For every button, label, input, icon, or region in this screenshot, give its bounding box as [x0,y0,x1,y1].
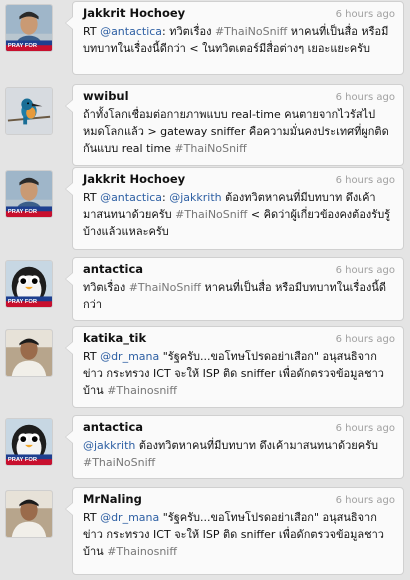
tweet-timestamp[interactable]: 6 hours ago [336,423,395,434]
tweet-username[interactable]: antactica [83,420,143,434]
tweet-header: wwibul 6 hours ago [83,89,395,104]
hashtag-link[interactable]: #ThaiNoSniff [174,142,246,155]
tweet-timestamp[interactable]: 6 hours ago [336,92,395,103]
tweet-bubble: antactica 6 hours ago @jakkrith ต้องทวิตหา… [65,415,404,479]
tweet-text: RT @antactica: ทวิตเรื่อง #ThaiNoSniff ห… [83,23,395,57]
tweet-username[interactable]: Jakkrit Hochoey [83,6,185,20]
tweet-bubble: Jakkrit Hochoey 6 hours ago RT @antactica:… [65,167,404,250]
tweet-header: antactica 6 hours ago [83,262,395,277]
user-avatar[interactable] [5,87,53,135]
tweet-header: Jakkrit Hochoey 6 hours ago [83,172,395,187]
user-avatar[interactable]: PRAY FOR [5,260,53,308]
hashtag-link[interactable]: #ThaiNoSniff [215,25,287,38]
tweet-bubble: antactica 6 hours ago ทวิตเรื่อง #ThaiNoSn… [65,257,404,321]
mention-link[interactable]: @antactica [100,25,162,38]
person-avatar-image [6,330,52,376]
tweet-username[interactable]: katika_tik [83,331,146,345]
user-avatar[interactable]: PRAY FOR [5,418,53,466]
tweet-item[interactable]: katika_tik 6 hours ago RT @dr_mana "รัฐครั… [0,325,410,411]
tweet-text-segment: : ทวิตเรื่อง [162,25,215,38]
tweet-timestamp[interactable]: 6 hours ago [336,175,395,186]
tweet-text: ทวิตเรื่อง #ThaiNoSniff หาคนที่เป็นสื่อ … [83,279,395,313]
tweet-item[interactable]: PRAY FOR antactica 6 hours ago ทวิตเรื่อง … [0,256,410,324]
user-avatar[interactable] [5,490,53,538]
hashtag-link[interactable]: #ThaiNoSniff [129,281,201,294]
tweet-item[interactable]: MrNaling 6 hours ago RT @dr_mana "รัฐครับ.… [0,486,410,578]
tweet-text-segment: RT [83,350,101,363]
mention-link[interactable]: @dr_mana [100,350,159,363]
hashtag-link[interactable]: #Thainosniff [107,384,177,397]
tweet-text-segment: ต้องทวิตหาคนที่มีบทบาท ดึงเค้ามาสนทนาด้ว… [135,439,378,452]
mention-link[interactable]: @jakkrith [83,439,135,452]
tweet-text-segment: RT [83,191,101,204]
svg-text:PRAY FOR: PRAY FOR [8,299,38,305]
tweet-header: katika_tik 6 hours ago [83,331,395,346]
penguin-avatar-image: PRAY FOR [6,261,52,307]
tweet-item[interactable]: PRAY FOR Jakkrit Hochoey 6 hours ago RT @a… [0,0,410,78]
tweet-timestamp[interactable]: 6 hours ago [336,495,395,506]
mention-link[interactable]: @antactica [100,191,162,204]
tweet-text-segment: RT [83,25,101,38]
person-avatar-image: PRAY FOR [6,171,52,217]
tweet-header: antactica 6 hours ago [83,420,395,435]
tweet-timestamp[interactable]: 6 hours ago [336,265,395,276]
user-avatar[interactable] [5,329,53,377]
svg-text:PRAY FOR: PRAY FOR [8,43,38,49]
user-avatar[interactable]: PRAY FOR [5,4,53,52]
tweet-bubble: MrNaling 6 hours ago RT @dr_mana "รัฐครับ.… [65,487,404,575]
user-avatar[interactable]: PRAY FOR [5,170,53,218]
hashtag-link[interactable]: #ThaiNoSniff [83,456,155,469]
tweet-text: RT @dr_mana "รัฐครับ...ขอโทษโปรดอย่าเสือ… [83,348,395,399]
hashtag-link[interactable]: #ThaiNoSniff [175,208,247,221]
tweet-item[interactable]: PRAY FOR antactica 6 hours ago @jakkrith ต… [0,414,410,482]
person-avatar-image [6,491,52,537]
tweet-text-segment: RT [83,511,101,524]
tweet-header: MrNaling 6 hours ago [83,492,395,507]
tweet-bubble: Jakkrit Hochoey 6 hours ago RT @antactica:… [65,1,404,75]
mention-link[interactable]: @jakkrith [169,191,221,204]
tweet-timeline[interactable]: PRAY FOR Jakkrit Hochoey 6 hours ago RT @a… [0,0,410,580]
tweet-text: RT @dr_mana "รัฐครับ...ขอโทษโปรดอย่าเสือ… [83,509,395,560]
mention-link[interactable]: @dr_mana [100,511,159,524]
tweet-text: RT @antactica: @jakkrith ต้องทวิตหาคนที่… [83,189,395,240]
tweet-username[interactable]: MrNaling [83,492,142,506]
penguin-avatar-image: PRAY FOR [6,419,52,465]
tweet-header: Jakkrit Hochoey 6 hours ago [83,6,395,21]
hashtag-link[interactable]: #Thainosniff [107,545,177,558]
tweet-username[interactable]: antactica [83,262,143,276]
tweet-timestamp[interactable]: 6 hours ago [336,9,395,20]
tweet-text-segment: ทวิตเรื่อง [83,281,129,294]
tweet-username[interactable]: wwibul [83,89,129,103]
tweet-timestamp[interactable]: 6 hours ago [336,334,395,345]
tweet-bubble: katika_tik 6 hours ago RT @dr_mana "รัฐครั… [65,326,404,408]
tweet-bubble: wwibul 6 hours ago ถ้าทั้งโลกเชื่อมต่อกายภ… [65,84,404,166]
tweet-text: ถ้าทั้งโลกเชื่อมต่อกายภาพแบบ real-time ค… [83,106,395,157]
svg-text:PRAY FOR: PRAY FOR [8,457,38,463]
tweet-text: @jakkrith ต้องทวิตหาคนที่มีบทบาท ดึงเค้า… [83,437,395,471]
person-avatar-image: PRAY FOR [6,5,52,51]
tweet-username[interactable]: Jakkrit Hochoey [83,172,185,186]
svg-text:PRAY FOR: PRAY FOR [8,209,38,215]
tweet-item[interactable]: wwibul 6 hours ago ถ้าทั้งโลกเชื่อมต่อกายภ… [0,83,410,169]
bird-avatar-image [6,88,52,134]
tweet-item[interactable]: PRAY FOR Jakkrit Hochoey 6 hours ago RT @a… [0,166,410,253]
